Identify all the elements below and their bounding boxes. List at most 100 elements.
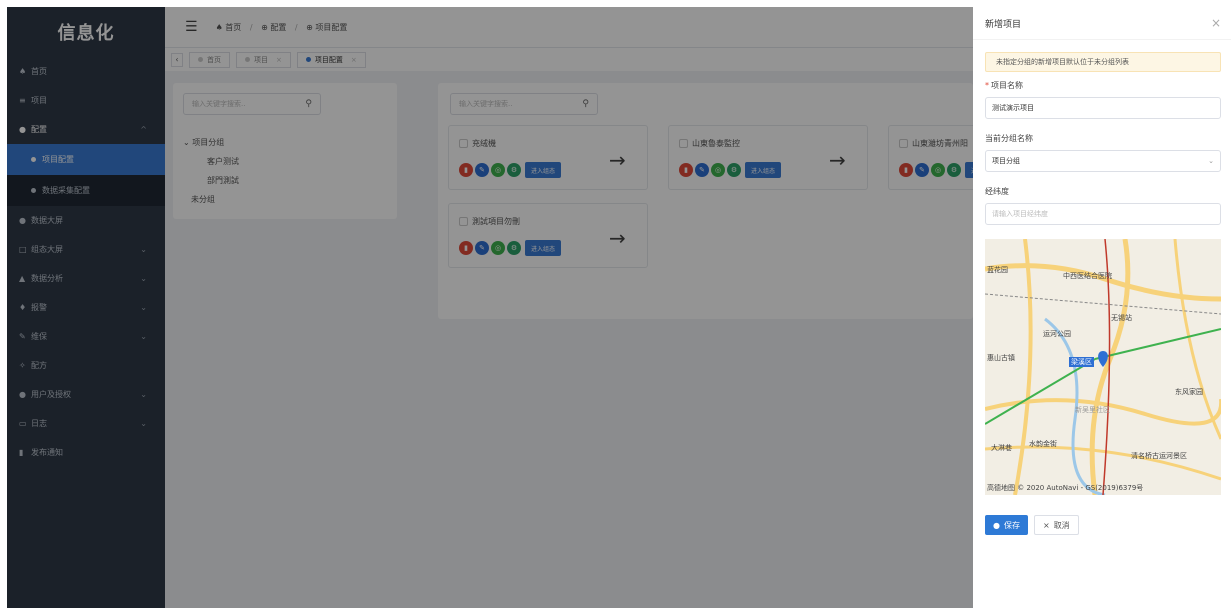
checkbox-box[interactable] xyxy=(679,139,688,148)
sidebar-item[interactable]: ▲ 数据分析 ⌄ xyxy=(7,264,165,293)
sidebar-item-label: 数据分析 xyxy=(31,274,63,283)
sidebar-item[interactable]: ♦ 报警 ⌄ xyxy=(7,293,165,322)
group-select[interactable]: 项目分组 ⌄ xyxy=(985,150,1221,172)
copy-icon[interactable]: ◎ xyxy=(491,163,505,177)
hamburger-icon[interactable]: ☰ xyxy=(185,19,198,35)
card-title: 山東濰坊青州阳 xyxy=(912,139,968,148)
label-text: 项目名称 xyxy=(991,81,1023,90)
required-mark: * xyxy=(985,81,989,90)
breadcrumb-level1[interactable]: 配置 xyxy=(270,23,286,32)
tree-node-child[interactable]: 客户测试 xyxy=(183,152,387,171)
input-value: 测试演示项目 xyxy=(992,104,1034,112)
group-search-input[interactable]: 输入关键字搜索.. ⚲ xyxy=(183,93,321,115)
checkbox-box[interactable] xyxy=(899,139,908,148)
settings-icon: ● xyxy=(19,125,26,134)
sidebar-item[interactable]: ● 配置 ^ xyxy=(7,115,165,144)
map-label: 东风家园 xyxy=(1175,388,1203,396)
tab-project[interactable]: 项目 × xyxy=(236,51,291,68)
card-actions: ▮✎◎⚙ 进入组态 xyxy=(459,240,562,256)
delete-icon[interactable]: ▮ xyxy=(899,163,913,177)
monitor-icon: □ xyxy=(19,245,27,254)
settings-icon[interactable]: ⚙ xyxy=(947,163,961,177)
breadcrumb-config-icon: ⊕ xyxy=(261,22,268,32)
sidebar-item[interactable]: ▮ 发布通知 xyxy=(7,438,165,467)
coord-label: 经纬度 xyxy=(985,187,1009,196)
sidebar-item[interactable]: ✧ 配方 xyxy=(7,351,165,380)
card-actions: ▮✎◎⚙ 进入组态 xyxy=(459,162,562,178)
save-button[interactable]: ● 保存 xyxy=(985,515,1028,535)
sidebar-item[interactable]: ≡ 项目 xyxy=(7,86,165,115)
edit-icon[interactable]: ✎ xyxy=(475,241,489,255)
edit-icon[interactable]: ✎ xyxy=(915,163,929,177)
chevron-down-icon: ⌄ xyxy=(1208,157,1214,165)
sidebar-item[interactable]: ♠ 首页 xyxy=(7,57,165,86)
tree-node-group[interactable]: ⌄ 项目分组 xyxy=(183,133,387,152)
sidebar-item[interactable]: ● 用户及授权 ⌄ xyxy=(7,380,165,409)
close-icon[interactable]: × xyxy=(351,56,357,64)
card-checkbox[interactable]: 山東魯泰監控 xyxy=(679,138,740,149)
card-checkbox[interactable]: 充绒機 xyxy=(459,138,496,149)
button-label: 取消 xyxy=(1053,520,1070,530)
search-icon[interactable]: ⚲ xyxy=(582,99,589,109)
map-label: 蓝花园 xyxy=(987,266,1008,274)
enter-config-button[interactable]: 进入组态 xyxy=(525,240,562,256)
notice-icon: ▮ xyxy=(19,448,24,457)
sidebar-item[interactable]: 数据采集配置 xyxy=(7,175,165,206)
checkbox-box[interactable] xyxy=(459,139,468,148)
drawer-title: 新增项目 xyxy=(985,19,1022,30)
tabs-prev-button[interactable]: ‹ xyxy=(171,52,183,67)
copy-icon[interactable]: ◎ xyxy=(931,163,945,177)
settings-icon[interactable]: ⚙ xyxy=(727,163,741,177)
edit-icon[interactable]: ✎ xyxy=(475,163,489,177)
close-icon[interactable]: × xyxy=(1211,16,1221,30)
enter-config-button[interactable]: 进入组态 xyxy=(745,162,782,178)
tree-node-ungrouped[interactable]: 未分组 xyxy=(183,190,387,209)
sidebar-item-label: 报警 xyxy=(31,303,47,312)
settings-icon[interactable]: ⚙ xyxy=(507,241,521,255)
arrow-right-icon: → xyxy=(829,148,846,172)
sidebar-item[interactable]: 项目配置 xyxy=(7,144,165,175)
sidebar-item[interactable]: □ 组态大屏 ⌄ xyxy=(7,235,165,264)
card-checkbox[interactable]: 山東濰坊青州阳 xyxy=(899,138,968,149)
search-icon[interactable]: ⚲ xyxy=(305,99,312,109)
chevron-up-icon: ^ xyxy=(140,125,147,134)
wrench-icon: ✎ xyxy=(19,332,26,341)
delete-icon[interactable]: ▮ xyxy=(459,241,473,255)
main-area: ☰ ♠ 首页 / ⊕ 配置 / ⊕ 项目配置 ‹ 首页 项目 × 项目配置 × 输入… xyxy=(165,7,973,608)
sidebar-item[interactable]: ● 数据大屏 xyxy=(7,206,165,235)
chevron-down-icon: ⌄ xyxy=(183,138,190,147)
map-label: 惠山古镇 xyxy=(987,354,1015,362)
delete-icon[interactable]: ▮ xyxy=(459,163,473,177)
project-card: 充绒機 ▮ ✎ ◎ ⚙ 进入组态 → xyxy=(448,125,648,190)
location-map[interactable]: 蓝花园 中西医结合医院 无锡站 运河公园 惠山古镇 梁溪区 东风家园 新吴里社区… xyxy=(985,239,1221,495)
project-search-input[interactable]: 输入关键字搜索.. ⚲ xyxy=(450,93,598,115)
breadcrumb-separator: / xyxy=(294,22,298,32)
app-logo: 信息化 xyxy=(57,23,115,44)
enter-config-button[interactable]: 进入组态 xyxy=(965,162,973,178)
tab-project-config[interactable]: 项目配置 × xyxy=(296,51,366,68)
settings-icon[interactable]: ⚙ xyxy=(507,163,521,177)
breadcrumb-home[interactable]: 首页 xyxy=(225,23,241,32)
copy-icon[interactable]: ◎ xyxy=(711,163,725,177)
cancel-button[interactable]: × 取消 xyxy=(1033,515,1079,535)
group-panel: 输入关键字搜索.. ⚲ ⌄ 项目分组 客户测试 部門測試 未分组 xyxy=(173,83,397,219)
card-checkbox[interactable]: 測試項目勿刪 xyxy=(459,216,520,227)
formula-icon: ✧ xyxy=(19,361,26,370)
bell-icon: ♦ xyxy=(19,303,27,312)
sidebar-item[interactable]: ▭ 日志 ⌄ xyxy=(7,409,165,438)
checkbox-box[interactable] xyxy=(459,217,468,226)
breadcrumb-project-icon: ⊕ xyxy=(306,22,313,32)
project-name-input[interactable]: 测试演示项目 xyxy=(985,97,1221,119)
enter-config-button[interactable]: 进入组态 xyxy=(525,162,562,178)
tab-home[interactable]: 首页 xyxy=(189,51,230,68)
chevron-down-icon: ⌄ xyxy=(140,274,147,283)
sidebar-item[interactable]: ✎ 维保 ⌄ xyxy=(7,322,165,351)
delete-icon[interactable]: ▮ xyxy=(679,163,693,177)
list-icon: ≡ xyxy=(19,96,26,105)
coord-input[interactable]: 请输入项目经纬度 xyxy=(985,203,1221,225)
edit-icon[interactable]: ✎ xyxy=(695,163,709,177)
tree-node-child[interactable]: 部門測試 xyxy=(183,171,387,190)
tab-label: 项目配置 xyxy=(314,55,343,64)
close-icon[interactable]: × xyxy=(276,56,282,64)
copy-icon[interactable]: ◎ xyxy=(491,241,505,255)
